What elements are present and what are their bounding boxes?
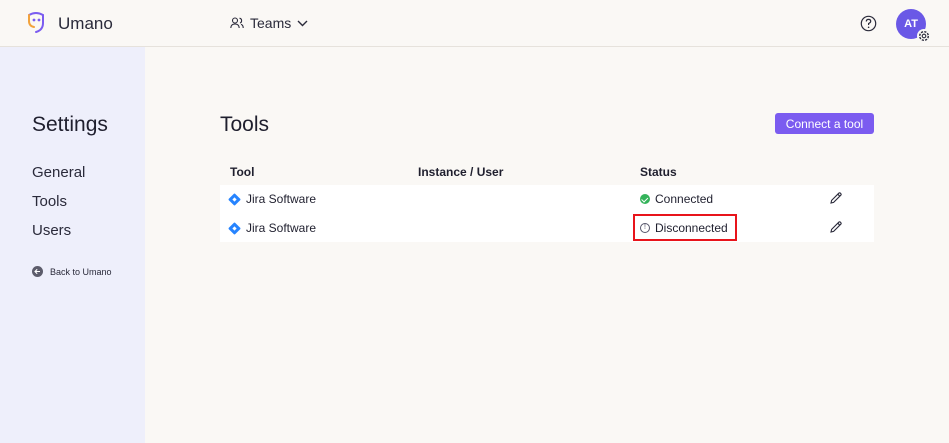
tools-table: Jira Software Connected Jira Software ! … [220, 185, 874, 242]
tool-cell: Jira Software [228, 192, 317, 206]
table-row: Jira Software Connected [220, 185, 874, 213]
edit-pencil-icon[interactable] [829, 220, 843, 234]
settings-sidebar [0, 47, 145, 443]
tool-cell: Jira Software [228, 221, 317, 235]
brand-name[interactable]: Umano [58, 14, 113, 34]
sidebar-title: Settings [32, 113, 108, 136]
page-title: Tools [220, 113, 270, 136]
arrow-left-icon [32, 266, 43, 277]
status-badge: Connected [640, 192, 713, 206]
sidebar-item-users[interactable]: Users [32, 222, 71, 239]
umano-logo-icon[interactable] [25, 10, 47, 34]
status-text: Connected [655, 192, 714, 206]
teams-dropdown[interactable]: Teams [230, 15, 308, 31]
help-icon[interactable] [860, 15, 877, 32]
table-row: Jira Software ! Disconnected [220, 214, 874, 242]
gear-icon[interactable] [917, 29, 931, 43]
jira-icon [228, 192, 241, 206]
chevron-down-icon [297, 20, 308, 26]
back-to-umano-link[interactable]: Back to Umano [32, 266, 112, 277]
disconnected-highlight-box [633, 214, 737, 241]
users-icon [230, 17, 244, 29]
sidebar-item-general[interactable]: General [32, 164, 85, 181]
sidebar-item-tools[interactable]: Tools [32, 193, 67, 210]
connect-tool-button[interactable]: Connect a tool [775, 113, 874, 134]
teams-label: Teams [250, 15, 292, 31]
column-header-instance: Instance / User [418, 165, 504, 179]
column-header-tool: Tool [230, 165, 255, 179]
tool-name: Jira Software [246, 192, 317, 206]
top-bar: Umano Teams AT [0, 0, 949, 47]
check-circle-icon [640, 194, 650, 204]
edit-pencil-icon[interactable] [829, 191, 843, 205]
jira-icon [228, 221, 241, 235]
back-label: Back to Umano [50, 266, 112, 277]
column-header-status: Status [640, 165, 677, 179]
tool-name: Jira Software [246, 221, 317, 235]
